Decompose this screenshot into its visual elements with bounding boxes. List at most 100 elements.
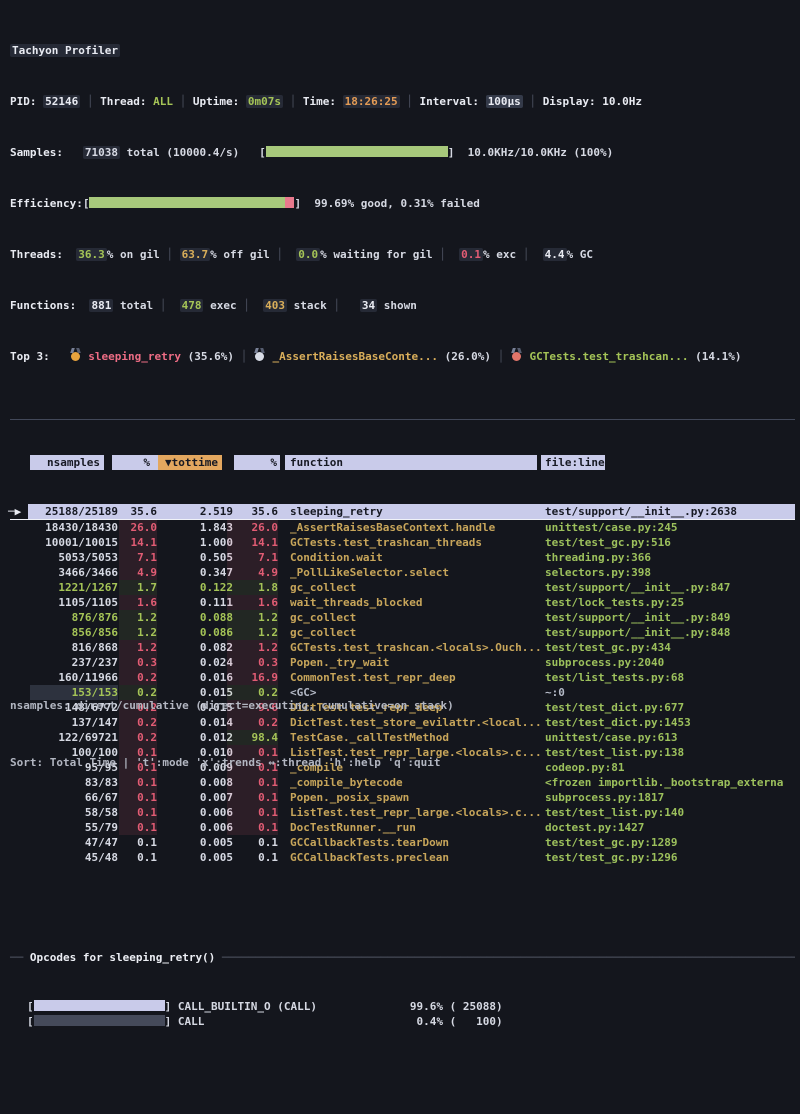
cell-cum-pct: 0.1 <box>227 820 278 835</box>
separator: │ <box>523 95 543 108</box>
cell-nsamples: 18430/18430 <box>30 520 118 535</box>
table-row[interactable]: 45/480.10.0050.1GCCallbackTests.preclean… <box>10 850 795 865</box>
cell-cum-pct: 14.1 <box>227 535 278 550</box>
column-header-nsamples[interactable]: nsamples <box>30 455 104 470</box>
separator: │ <box>433 248 453 261</box>
status-pid-value: 52146 <box>43 95 80 108</box>
cell-cum-pct: 4.9 <box>227 565 278 580</box>
column-header-function[interactable]: function <box>285 455 537 470</box>
gold-medal-icon <box>71 352 80 361</box>
cell-file: selectors.py:398 <box>545 565 797 580</box>
threads-off-gil: 63.7 <box>180 248 211 261</box>
opcodes-title-line: ── Opcodes for sleeping_retry() ────────… <box>10 950 795 965</box>
opcode-bar-fill <box>34 1015 165 1026</box>
samples-bar <box>266 146 448 157</box>
separator: │ <box>234 350 254 363</box>
cell-file: test/test_gc.py:1289 <box>545 835 797 850</box>
cell-function: GCTests.test_trashcan.<locals>.Ouch... <box>290 640 540 655</box>
efficiency-label: Efficiency: <box>10 197 83 210</box>
cell-file: test/support/__init__.py:2638 <box>545 504 797 519</box>
top3-pct-2: (26.0%) <box>445 350 491 363</box>
samples-label: Samples: <box>10 146 63 159</box>
table-row[interactable]: 1221/12671.70.1221.8gc_collecttest/suppo… <box>10 580 795 595</box>
threads-waiting-gil: 0.0 <box>296 248 320 261</box>
cell-tottime: 2.519 <box>160 504 233 519</box>
cell-cum-pct: 7.1 <box>227 550 278 565</box>
cell-file: codeop.py:81 <box>545 760 797 775</box>
samples-frequency: 10.0KHz/10.0KHz (100%) <box>468 146 614 159</box>
cell-file: unittest/case.py:245 <box>545 520 797 535</box>
table-row[interactable]: 856/8561.20.0861.2gc_collecttest/support… <box>10 625 795 640</box>
cell-file: ~:0 <box>545 685 797 700</box>
table-row[interactable]: 47/470.10.0050.1GCCallbackTests.tearDown… <box>10 835 795 850</box>
cell-pct: 14.1 <box>119 535 157 550</box>
cell-nsamples: 3466/3466 <box>30 565 118 580</box>
table-row[interactable]: 816/8681.20.0821.2GCTests.test_trashcan.… <box>10 640 795 655</box>
separator: │ <box>270 248 290 261</box>
column-header-pct-cumulative[interactable]: % <box>234 455 280 470</box>
footer-help-keys: Sort: Total Time | 't':mode 'x':trends ↔… <box>10 753 454 772</box>
cell-tottime: 0.347 <box>160 565 233 580</box>
cell-pct: 7.1 <box>119 550 157 565</box>
top3-function-3: GCTests.test_trashcan... <box>530 350 689 363</box>
cell-nsamples: 5053/5053 <box>30 550 118 565</box>
cell-file: test/support/__init__.py:848 <box>545 625 797 640</box>
table-row[interactable]: 55/790.10.0060.1DocTestRunner.__rundocte… <box>10 820 795 835</box>
status-time-value: 18:26:25 <box>343 95 400 108</box>
column-header-tottime[interactable]: ▼tottime <box>158 455 222 470</box>
top3-pct-1: (35.6%) <box>188 350 234 363</box>
silver-medal-icon <box>255 352 264 361</box>
table-row[interactable]: 10001/1001514.11.00014.1GCTests.test_tra… <box>10 535 795 550</box>
column-header-pct-direct[interactable]: % <box>112 455 158 470</box>
opcode-stat: 0.4% ( 100) <box>410 1015 503 1028</box>
cell-cum-pct: 0.1 <box>227 835 278 850</box>
cell-file: test/test_gc.py:1296 <box>545 850 797 865</box>
cell-function: gc_collect <box>290 610 540 625</box>
cell-cum-pct: 1.2 <box>227 625 278 640</box>
opcode-stat: 99.6% ( 25088) <box>410 1000 503 1013</box>
cell-tottime: 0.005 <box>160 835 233 850</box>
table-row[interactable]: 876/8761.20.0881.2gc_collecttest/support… <box>10 610 795 625</box>
bronze-medal-icon <box>512 352 521 361</box>
cell-tottime: 0.005 <box>160 850 233 865</box>
cell-cum-pct: 26.0 <box>227 520 278 535</box>
table-row[interactable]: 18430/1843026.01.84326.0_AssertRaisesBas… <box>10 520 795 535</box>
top3-label: Top 3: <box>10 350 50 363</box>
cell-tottime: 1.843 <box>160 520 233 535</box>
opcode-name: CALL_BUILTIN_O (CALL) <box>178 999 410 1014</box>
cell-file: test/lock_tests.py:25 <box>545 595 797 610</box>
cell-function: gc_collect <box>290 625 540 640</box>
cell-nsamples: 55/79 <box>30 820 118 835</box>
cell-function: _AssertRaisesBaseContext.handle <box>290 520 540 535</box>
samples-line: Samples: 71038 total (10000.4/s) [] 10.0… <box>10 144 795 161</box>
cell-nsamples: 856/856 <box>30 625 118 640</box>
cell-file: test/test_list.py:140 <box>545 805 797 820</box>
cell-nsamples: 45/48 <box>30 850 118 865</box>
cell-file: threading.py:366 <box>545 550 797 565</box>
table-row[interactable]: 3466/34664.90.3474.9_PollLikeSelector.se… <box>10 565 795 580</box>
cell-function: GCCallbackTests.preclean <box>290 850 540 865</box>
functions-exec: 478 <box>180 299 204 312</box>
cell-pct: 0.1 <box>119 820 157 835</box>
status-thread-value: ALL <box>153 95 173 108</box>
cell-cum-pct: 1.6 <box>227 595 278 610</box>
cell-file: unittest/case.py:613 <box>545 730 797 745</box>
cell-pct: 1.2 <box>119 610 157 625</box>
opcode-bar <box>34 1000 165 1011</box>
column-header-file-line[interactable]: file:line <box>541 455 605 470</box>
separator: │ <box>283 95 303 108</box>
cell-nsamples: 1105/1105 <box>30 595 118 610</box>
opcode-bars: [] CALL_BUILTIN_O (CALL)99.6% ( 25088)[]… <box>10 999 795 1029</box>
cell-pct: 1.2 <box>119 640 157 655</box>
table-row[interactable]: 1105/11051.60.1111.6wait_threads_blocked… <box>10 595 795 610</box>
table-row[interactable]: ─▶25188/2518935.62.51935.6sleeping_retry… <box>10 504 795 520</box>
functions-label: Functions: <box>10 299 76 312</box>
cell-file: test/test_gc.py:434 <box>545 640 797 655</box>
cell-tottime: 0.088 <box>160 610 233 625</box>
cell-file: <frozen importlib._bootstrap_externa <box>545 775 797 790</box>
cell-file: test/support/__init__.py:849 <box>545 610 797 625</box>
table-row[interactable]: 5053/50537.10.5057.1Condition.waitthread… <box>10 550 795 565</box>
separator: │ <box>160 248 180 261</box>
cell-nsamples: 876/876 <box>30 610 118 625</box>
separator: │ <box>327 299 347 312</box>
